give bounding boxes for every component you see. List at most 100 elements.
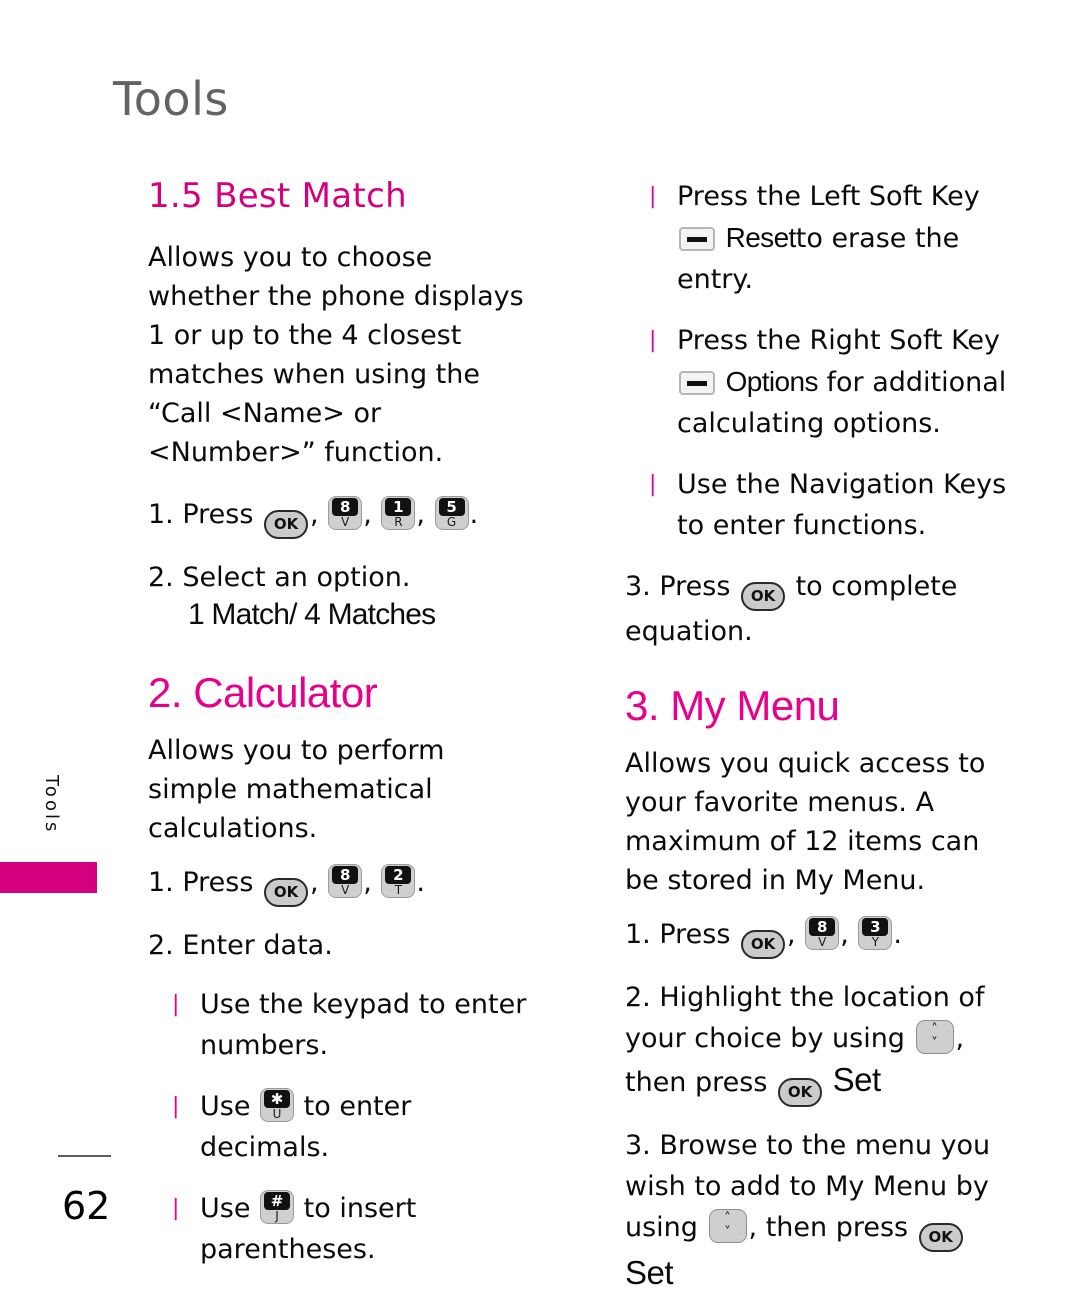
pound-key-icon[interactable]: # J: [260, 1190, 295, 1224]
bullet-text-before: Press the Left Soft Key: [677, 181, 980, 212]
key-digit: 3: [862, 918, 889, 936]
heading-best-match: 1.5 Best Match: [148, 176, 407, 216]
key-letter: G: [446, 515, 457, 529]
step-period: .: [469, 499, 479, 530]
bullet-left-soft-key: | Press the Left Soft Key Resetto erase …: [625, 176, 1020, 300]
bullet-marker-icon: |: [649, 472, 657, 497]
key-letter: U: [272, 1107, 282, 1121]
number-key-5g-icon[interactable]: 5 G: [434, 496, 469, 530]
my-menu-step-1: 1. Press OK, 8 V , 3 Y .: [625, 914, 1020, 959]
calculator-bullet-decimals: | Use ✱ U to enter decimals.: [148, 1086, 530, 1168]
ok-key-icon[interactable]: OK: [778, 1078, 822, 1107]
key-digit: 8: [809, 918, 836, 936]
key-letter: V: [341, 515, 350, 529]
number-key-2t-icon[interactable]: 2 T: [381, 864, 416, 898]
bullet-text-before: Press the Right Soft Key: [677, 325, 1001, 356]
right-column: | Press the Left Soft Key Resetto erase …: [625, 176, 1020, 1314]
key-letter: R: [394, 515, 403, 529]
ok-key-icon[interactable]: OK: [741, 582, 785, 611]
ok-key-icon[interactable]: OK: [741, 930, 785, 959]
bullet-text: Use ✱ U to enter decimals.: [200, 1086, 530, 1168]
bullet-marker-icon: |: [172, 1094, 180, 1119]
my-menu-description: Allows you quick access to your favorite…: [625, 748, 986, 896]
number-key-1r-icon[interactable]: 1 R: [381, 496, 416, 530]
key-digit: 1: [385, 498, 412, 516]
key-letter: Y: [871, 935, 880, 949]
ok-key-icon[interactable]: OK: [264, 878, 308, 907]
step-comma-2: ,: [840, 919, 849, 950]
chevron-up-icon: ˄: [931, 1022, 938, 1037]
bullet-text: Press the Right Soft Key Options for add…: [677, 320, 1020, 444]
footer-divider: [58, 1155, 111, 1157]
key-letter: T: [394, 883, 403, 897]
bullet-navigation-keys: | Use the Navigation Keys to enter funct…: [625, 464, 1020, 546]
key-letter: J: [275, 1209, 279, 1223]
number-key-8v-icon[interactable]: 8 V: [328, 864, 363, 898]
step-label: 3. Press: [625, 571, 731, 602]
step-label: 1. Press: [625, 919, 731, 950]
step-period: .: [893, 919, 902, 950]
calculator-step-1: 1. Press OK, 8 V , 2 T .: [148, 862, 530, 907]
bullet-marker-icon: |: [649, 328, 657, 353]
step-comma-1: ,: [310, 499, 319, 530]
chevron-down-icon: ˅: [724, 1225, 731, 1240]
chevron-down-icon: ˅: [931, 1036, 938, 1051]
best-match-step-2: 2. Select an option. 1 Match/ 4 Matches: [148, 557, 530, 635]
key-digit: 8: [332, 866, 359, 884]
soft-key-dash-icon: [687, 381, 707, 386]
manual-page: Tools Tools 62 1.5 Best Match Allows you…: [0, 0, 1080, 1295]
ok-key-icon[interactable]: OK: [918, 1223, 963, 1252]
step-label: 1. Press: [148, 867, 254, 898]
left-soft-key-icon[interactable]: [679, 227, 715, 251]
ok-key-icon[interactable]: OK: [264, 510, 308, 539]
key-letter: V: [341, 883, 350, 897]
navigation-key-icon[interactable]: ˄ ˅: [708, 1209, 747, 1243]
bullet-emphasis: Reset: [725, 222, 797, 253]
chevron-up-icon: ˄: [724, 1211, 731, 1226]
bullet-marker-icon: |: [649, 184, 657, 209]
key-letter: V: [818, 935, 827, 949]
step-comma-2: ,: [363, 499, 372, 530]
step-label: 2. Select an option.: [148, 562, 411, 593]
bullet-text-after: to erase the entry.: [677, 223, 960, 295]
step-comma-1: ,: [787, 919, 796, 950]
bullet-right-soft-key: | Press the Right Soft Key Options for a…: [625, 320, 1020, 444]
calculator-bullet-parentheses: | Use # J to insert parentheses.: [148, 1188, 530, 1270]
number-key-8v-icon[interactable]: 8 V: [328, 496, 363, 530]
navigation-key-icon[interactable]: ˄ ˅: [915, 1020, 954, 1054]
right-soft-key-icon[interactable]: [679, 371, 715, 395]
key-digit: 2: [385, 866, 412, 884]
step-label: 2. Enter data.: [148, 930, 333, 961]
step-text-part-2: , then press: [748, 1212, 909, 1243]
heading-my-menu: 3. My Menu: [625, 682, 840, 729]
bullet-text-before: Use: [200, 1091, 251, 1122]
bullet-text: Use # J to insert parentheses.: [200, 1188, 530, 1270]
calculator-description: Allows you to perform simple mathematica…: [148, 735, 445, 844]
bullet-marker-icon: |: [172, 1196, 180, 1221]
number-key-3y-icon[interactable]: 3 Y: [858, 916, 893, 950]
best-match-step-1: 1. Press OK, 8 V , 1 R , 5 G .: [148, 494, 530, 539]
calculator-step-3: 3. Press OK to complete equation.: [625, 566, 1020, 652]
step-comma-2: ,: [363, 867, 372, 898]
key-digit: 8: [332, 498, 359, 516]
step-period: .: [416, 867, 425, 898]
bullet-emphasis: Options: [725, 366, 819, 397]
calculator-bullet-keypad: | Use the keypad to enter numbers.: [148, 984, 530, 1066]
best-match-options: 1 Match/ 4 Matches: [188, 598, 436, 631]
bullet-text-before: Use: [200, 1193, 251, 1224]
step-emphasis-set: Set: [625, 1254, 674, 1291]
key-symbol: ✱: [264, 1090, 291, 1108]
star-key-icon[interactable]: ✱ U: [260, 1088, 295, 1122]
key-symbol: #: [264, 1192, 291, 1210]
bullet-marker-icon: |: [172, 992, 180, 1017]
bullet-text: Use the Navigation Keys to enter functio…: [677, 469, 1007, 541]
best-match-description: Allows you to choose whether the phone d…: [148, 242, 524, 468]
left-column: 1.5 Best Match Allows you to choose whet…: [148, 176, 530, 1290]
my-menu-step-3: 3. Browse to the menu you wish to add to…: [625, 1125, 1020, 1296]
side-tab-marker: [0, 862, 97, 893]
key-digit: 5: [438, 498, 465, 516]
step-emphasis-set: Set: [832, 1061, 882, 1098]
side-tab-label: Tools: [41, 775, 62, 835]
number-key-8v-icon[interactable]: 8 V: [805, 916, 840, 950]
bullet-text: Press the Left Soft Key Resetto erase th…: [677, 176, 1020, 300]
